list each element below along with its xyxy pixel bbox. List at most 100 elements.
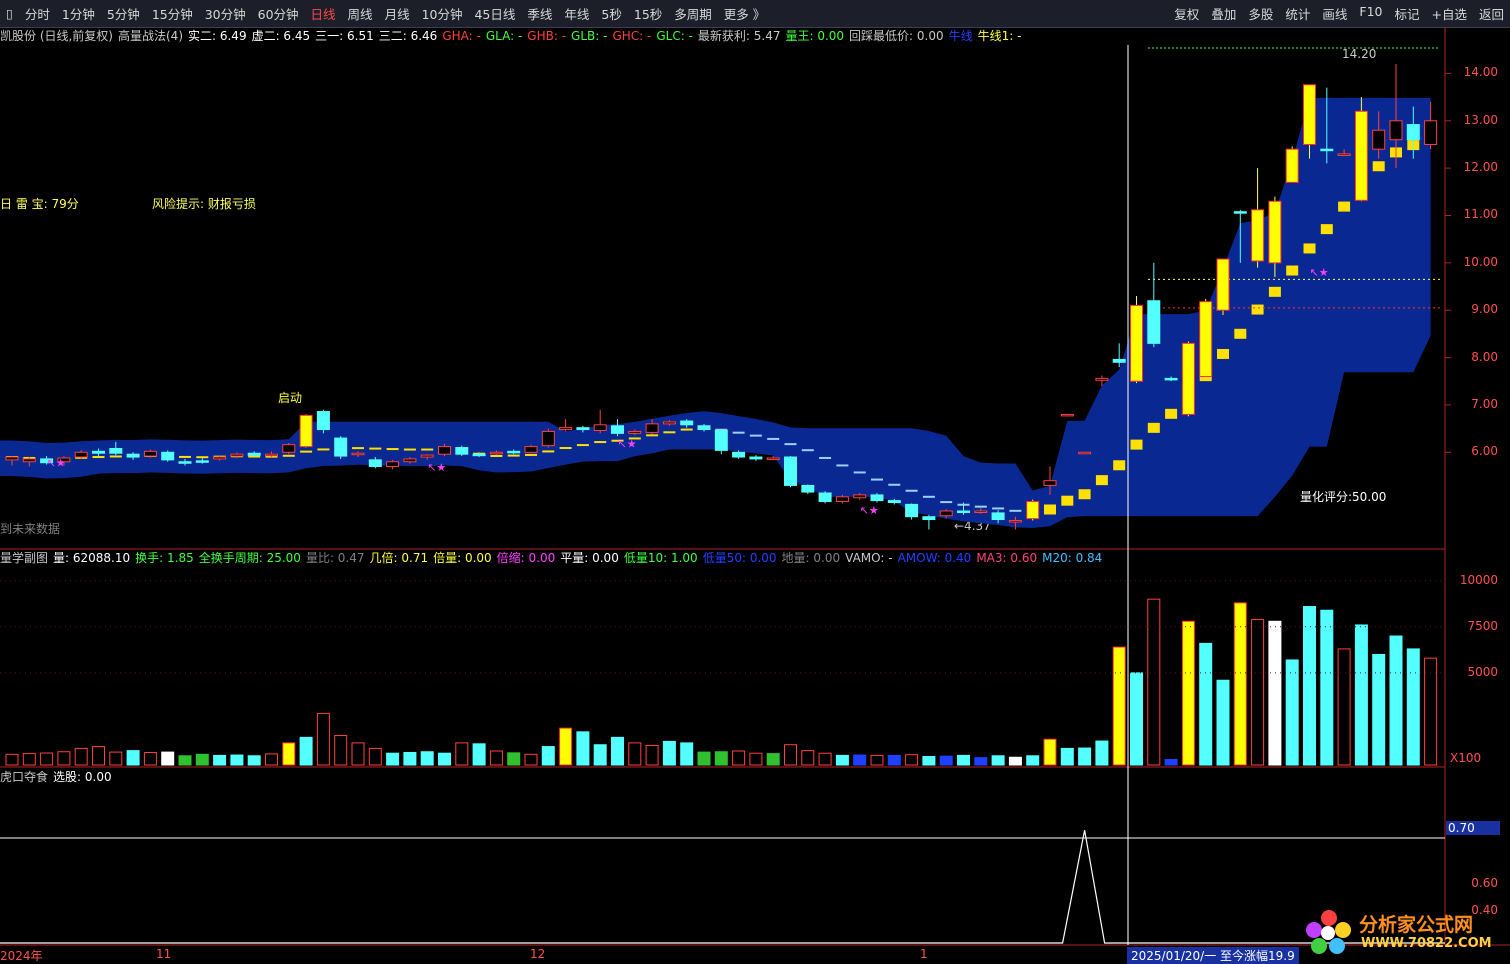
volume-bar-18	[316, 712, 330, 766]
volume-bar-17	[299, 736, 313, 766]
volume-bar-33	[576, 731, 590, 766]
midline-block-75	[1303, 243, 1316, 254]
volume-bar-30	[524, 753, 538, 766]
volume-bar-69	[1199, 642, 1213, 766]
volume-bar-76	[1320, 609, 1334, 766]
signal-star-3: ↖★	[860, 504, 879, 517]
candle-body-53	[922, 516, 936, 521]
volume-bar-39	[680, 742, 694, 766]
candle-body-77	[1337, 153, 1351, 156]
volume-bar-26	[455, 742, 469, 766]
volume-bar-28	[489, 750, 503, 766]
trend-band	[0, 97, 1431, 529]
candle-body-58	[1008, 519, 1022, 523]
volume-bar-10	[178, 755, 192, 766]
candle-body-4	[74, 451, 88, 458]
volume-bar-53	[922, 756, 936, 766]
volume-bar-79	[1372, 653, 1386, 766]
volume-bar-1	[22, 753, 36, 766]
candle-body-49	[853, 494, 867, 499]
candle-body-25	[438, 446, 451, 455]
candle-body-48	[835, 496, 849, 503]
candle-body-21	[368, 459, 382, 467]
candle-body-75	[1303, 84, 1316, 145]
volume-bar-49	[853, 754, 867, 766]
candle-body-43	[749, 456, 763, 460]
volume-bar-64	[1112, 646, 1126, 766]
volume-bar-7	[126, 750, 140, 766]
kline-chart[interactable]: ↖★ ↖★ ↖★ ↖★ ↖★	[0, 0, 1510, 963]
flower-logo-icon	[1306, 910, 1351, 954]
volume-bar-72	[1251, 618, 1265, 766]
volume-bar-63	[1095, 740, 1109, 766]
candle-body-7	[126, 453, 140, 458]
midline-block-60	[1044, 504, 1056, 515]
candle-body-50	[870, 494, 884, 502]
candle-body-17	[299, 414, 313, 448]
candle-body-9	[161, 451, 175, 461]
volume-bar-51	[887, 754, 901, 766]
volume-bar-50	[870, 754, 884, 766]
candle-body-70	[1216, 258, 1230, 311]
signal-star-1: ↖★	[427, 461, 446, 474]
volume-bar-73	[1268, 620, 1282, 766]
candle-body-59	[1026, 501, 1040, 520]
volume-bar-75	[1303, 606, 1316, 766]
candle-body-52	[905, 503, 919, 518]
volume-bar-23	[403, 751, 417, 766]
candle-body-31	[541, 430, 555, 447]
volume-bar-24	[420, 751, 434, 766]
candle-body-42	[732, 451, 746, 458]
candle-body-37	[645, 423, 659, 433]
candle-body-0	[5, 456, 19, 461]
candle-body-27	[472, 453, 486, 457]
volume-bar-60	[1043, 738, 1057, 766]
candle-body-47	[818, 492, 832, 503]
volume-bar-2	[40, 752, 54, 766]
volume-bar-29	[507, 752, 521, 766]
midline-block-61	[1061, 495, 1074, 506]
midline-block-79	[1372, 161, 1385, 172]
volume-bar-61	[1060, 747, 1074, 766]
candle-body-1	[22, 458, 36, 463]
selection-signal-line	[0, 830, 1445, 944]
candle-body-30	[524, 446, 538, 453]
candle-body-6	[109, 447, 123, 454]
volume-bar-34	[593, 744, 607, 766]
candle-body-10	[178, 461, 192, 464]
volume-bar-35	[611, 736, 624, 766]
volume-bar-25	[438, 752, 451, 766]
candle-body-65	[1130, 304, 1143, 382]
volume-bar-21	[368, 747, 382, 766]
candle-body-63	[1095, 377, 1109, 381]
candle-body-26	[455, 447, 469, 455]
volume-bar-13	[230, 754, 244, 766]
volume-bar-67	[1164, 758, 1178, 766]
volume-bar-36	[628, 742, 642, 766]
volume-bar-4	[74, 747, 88, 766]
volume-bar-31	[541, 746, 555, 766]
candle-body-64	[1112, 358, 1126, 363]
candle-body-32	[559, 427, 573, 431]
candle-body-19	[334, 437, 348, 457]
candle-body-20	[351, 452, 365, 456]
candle-body-41	[714, 429, 728, 451]
site-logo: 分析家公式网 WWW.70822.COM	[1303, 906, 1503, 958]
volume-bar-46	[801, 750, 815, 766]
midline-block-76	[1320, 224, 1333, 235]
volume-bar-5	[92, 746, 105, 766]
volume-bar-59	[1026, 755, 1040, 766]
candle-body-66	[1147, 300, 1161, 344]
volume-bar-19	[334, 735, 348, 766]
volume-bar-15	[265, 753, 278, 766]
midline-block-63	[1095, 475, 1108, 486]
candle-body-67	[1164, 377, 1178, 381]
candle-body-79	[1372, 129, 1386, 150]
candle-body-12	[213, 456, 227, 460]
candle-body-35	[611, 425, 624, 434]
volume-bar-14	[247, 755, 261, 766]
volume-bar-65	[1130, 672, 1143, 766]
midline-block-77	[1338, 201, 1351, 212]
logo-url: WWW.70822.COM	[1361, 936, 1492, 951]
candle-body-82	[1424, 120, 1438, 145]
